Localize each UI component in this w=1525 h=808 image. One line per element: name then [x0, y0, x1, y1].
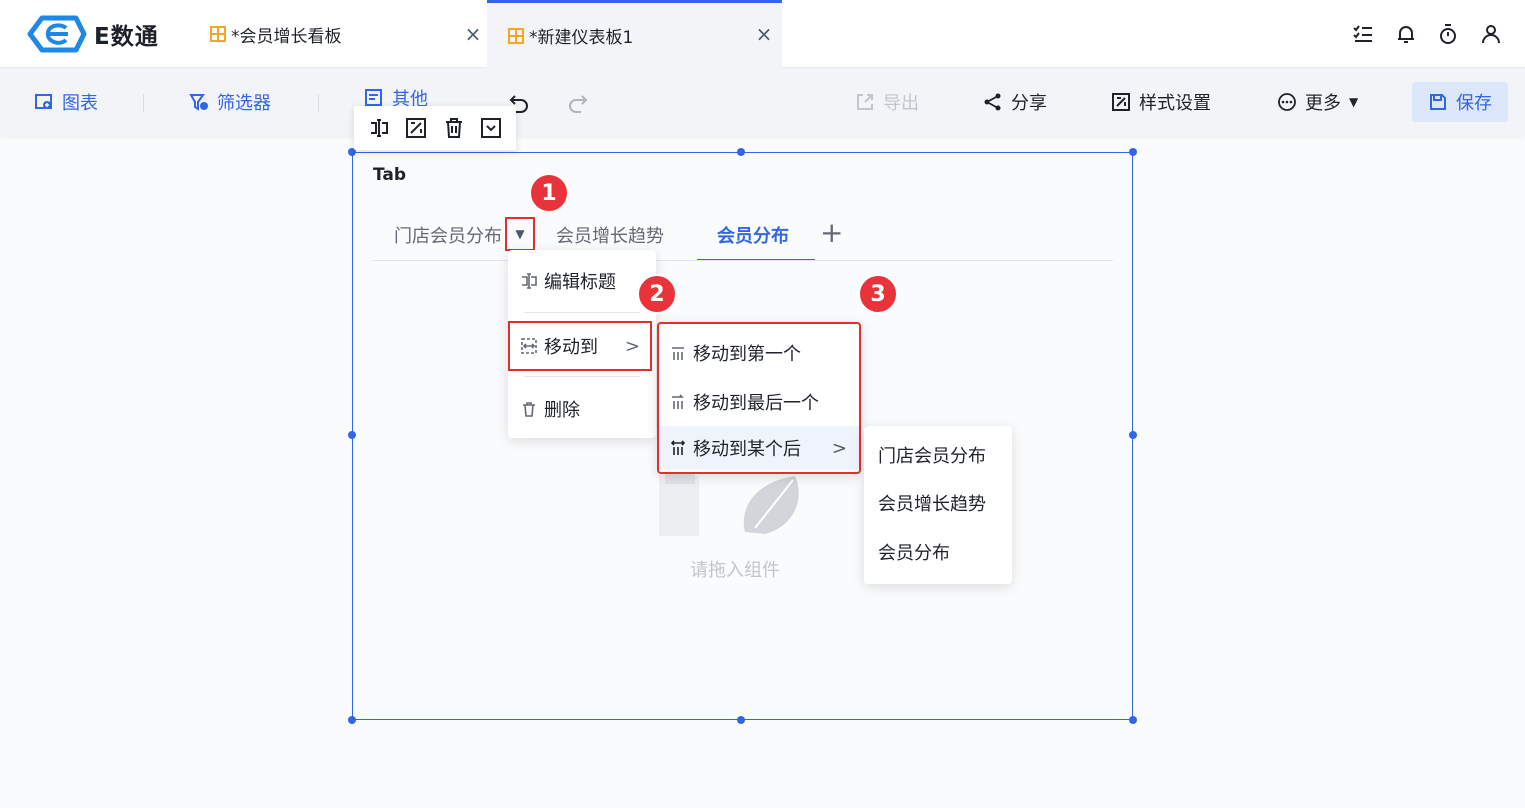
menu-item-tab[interactable]: 门店会员分布 [878, 442, 986, 468]
dashboard-icon [508, 27, 524, 44]
rename-icon[interactable] [367, 116, 391, 140]
divider [524, 376, 640, 377]
step-badge-3: 3 [858, 274, 898, 314]
widget-mini-toolbar [354, 106, 516, 150]
move-after-icon [670, 440, 686, 455]
empty-illustration [659, 468, 799, 536]
menu-item-label: 编辑标题 [544, 272, 616, 293]
resize-handle[interactable] [1129, 148, 1137, 156]
filter-label: 筛选器 [217, 93, 271, 114]
chevron-right-icon: > [831, 437, 847, 459]
widget-tab-store-members[interactable]: 门店会员分布 [394, 222, 502, 248]
divider [143, 94, 144, 112]
save-label: 保存 [1456, 93, 1492, 114]
filter-icon [189, 94, 208, 111]
resize-handle[interactable] [737, 716, 745, 724]
resize-handle[interactable] [737, 148, 745, 156]
menu-item-label: 移动到第一个 [693, 344, 801, 365]
menu-item-move-to[interactable]: 移动到 > [508, 321, 652, 371]
user-icon[interactable] [1479, 22, 1503, 46]
rename-icon [522, 273, 537, 289]
menu-item-label: 移动到最后一个 [693, 393, 819, 414]
tab-label: *新建仪表板1 [529, 28, 634, 48]
save-icon [1430, 94, 1446, 110]
caret-down-icon: ▼ [1349, 95, 1359, 109]
widget-tab-member-growth[interactable]: 会员增长趋势 [556, 222, 664, 248]
timer-icon[interactable] [1436, 22, 1460, 46]
tab-member-growth[interactable]: *会员增长看板 × [205, 0, 485, 68]
tab-context-menu: 编辑标题 移动到 > 删除 [508, 250, 656, 438]
export-label: 导出 [883, 93, 919, 114]
chart-button[interactable]: 图表 [34, 86, 98, 118]
caret-down-icon: ▼ [515, 227, 525, 241]
export-icon [857, 94, 873, 110]
divider [524, 312, 640, 313]
export-button[interactable]: 导出 [855, 86, 919, 118]
logo-icon [27, 15, 87, 53]
move-after-submenu: 门店会员分布 会员增长趋势 会员分布 [864, 426, 1012, 584]
close-icon[interactable]: × [752, 22, 776, 46]
style-icon [1112, 93, 1130, 111]
dashboard-icon [210, 26, 226, 42]
resize-handle[interactable] [348, 431, 356, 439]
move-icon [521, 338, 537, 354]
chart-label: 图表 [62, 93, 98, 114]
tab-menu-caret[interactable]: ▼ [505, 217, 535, 251]
chevron-right-icon: > [624, 335, 640, 357]
menu-item-move-after[interactable]: 移动到某个后 > [659, 426, 859, 470]
other-icon [365, 89, 382, 106]
widget-tab-member-distribution[interactable]: 会员分布 [717, 222, 789, 248]
toolbar: 图表 筛选器 其他 导出 分享 样式设置 更多 ▼ 保存 [0, 68, 1525, 136]
menu-item-tab[interactable]: 会员增长趋势 [878, 490, 986, 516]
tab-new-dashboard[interactable]: *新建仪表板1 × [487, 0, 782, 68]
share-button[interactable]: 分享 [983, 86, 1047, 118]
divider [318, 94, 319, 112]
menu-item-edit-title[interactable]: 编辑标题 [520, 268, 616, 294]
tab-divider [372, 260, 1113, 261]
move-last-icon [672, 394, 684, 409]
empty-hint: 请拖入组件 [690, 560, 780, 581]
menu-item-delete[interactable]: 删除 [520, 396, 580, 422]
add-tab-icon[interactable]: + [820, 218, 843, 248]
widget-title: Tab [373, 165, 407, 185]
move-first-icon [672, 347, 684, 360]
more-icon [1278, 93, 1296, 111]
save-button[interactable]: 保存 [1412, 82, 1508, 122]
task-list-icon[interactable] [1351, 22, 1375, 46]
resize-handle[interactable] [348, 716, 356, 724]
move-submenu: 移动到第一个 移动到最后一个 移动到某个后 > [657, 322, 861, 474]
menu-item-tab[interactable]: 会员分布 [878, 539, 950, 565]
share-icon [984, 93, 1001, 111]
style-settings-button[interactable]: 样式设置 [1111, 86, 1211, 118]
more-button[interactable]: 更多 ▼ [1277, 86, 1358, 118]
menu-item-label: 移动到 [544, 337, 598, 358]
menu-item-label: 移动到某个后 [693, 439, 801, 460]
close-icon[interactable]: × [461, 22, 485, 46]
style-icon[interactable] [404, 116, 428, 140]
tab-label: *会员增长看板 [231, 26, 342, 47]
app-logo[interactable]: E数通 [26, 14, 159, 54]
step-badge-1: 1 [529, 173, 569, 213]
share-label: 分享 [1011, 93, 1047, 114]
bell-icon[interactable] [1394, 22, 1418, 46]
collapse-icon[interactable] [479, 116, 503, 140]
menu-item-label: 删除 [544, 400, 580, 421]
redo-icon[interactable] [567, 92, 589, 114]
step-badge-2: 2 [637, 274, 677, 314]
app-name: E数通 [94, 24, 159, 50]
more-label: 更多 [1305, 93, 1341, 114]
resize-handle[interactable] [1129, 716, 1137, 724]
delete-icon [523, 402, 535, 417]
menu-item-move-first[interactable]: 移动到第一个 [669, 340, 801, 366]
add-chart-icon [35, 94, 52, 109]
style-settings-label: 样式设置 [1139, 93, 1211, 114]
resize-handle[interactable] [1129, 431, 1137, 439]
delete-icon[interactable] [442, 116, 466, 140]
menu-item-move-last[interactable]: 移动到最后一个 [669, 389, 819, 415]
filter-button[interactable]: 筛选器 [189, 86, 271, 118]
